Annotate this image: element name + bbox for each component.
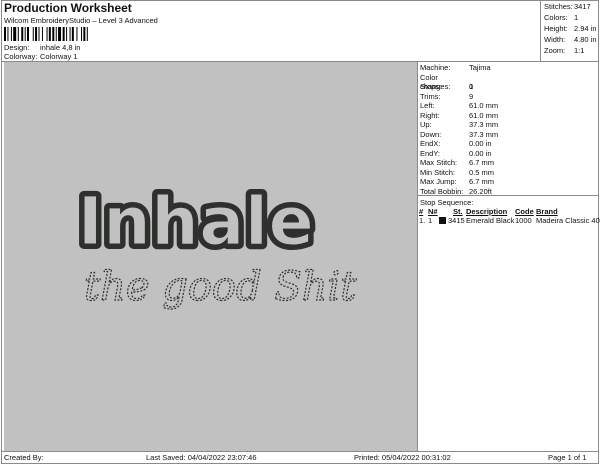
machine-info-value: 0.5 mm: [469, 167, 495, 177]
machine-info-value: 0.00 in: [469, 139, 492, 148]
machine-info-label: Right:: [420, 110, 440, 120]
col-needle: N#: [428, 207, 438, 216]
stat-row: Zoom: 1:1: [544, 46, 584, 55]
created-by: Created By:: [4, 453, 44, 462]
inhale-text: Inhale: [78, 183, 314, 260]
machine-info-row: Max Jump: 6.7 mm: [420, 177, 494, 186]
machine-info-value: 1: [469, 82, 474, 91]
stat-value: 3417: [574, 2, 591, 11]
subline-text: the good Shit: [84, 264, 357, 310]
stat-value: 2.94 in: [574, 24, 597, 33]
stat-value: 4.80 in: [574, 35, 597, 44]
machine-info-label: Stops:: [420, 82, 442, 91]
machine-info-value: 6.7 mm: [469, 177, 495, 186]
machine-info-row: Left: 61.0 mm: [420, 101, 498, 110]
footer-divider: [1, 451, 599, 452]
col-code: Code: [515, 207, 534, 216]
row-code: 1000: [515, 216, 532, 225]
colorway-value: Colorway 1: [40, 52, 78, 61]
colorway-label: Colorway:: [4, 52, 38, 61]
design-row: Design: inhale 4,8 in: [4, 43, 80, 52]
design-label: Design:: [4, 43, 30, 52]
machine-info-row: EndY: 0.00 in: [420, 149, 492, 158]
barcode-icon: [4, 27, 88, 41]
stat-row: Colors: 1: [544, 13, 578, 22]
printed-date: Printed: 05/04/2022 00:31:02: [354, 453, 451, 462]
machine-info-label: EndX:: [420, 139, 441, 148]
design-preview: Inhale Inhale the good Shit: [4, 62, 417, 451]
last-saved: Last Saved: 04/04/2022 23:07:46: [146, 453, 257, 462]
col-brand: Brand: [536, 207, 558, 216]
machine-info-label: Max Jump:: [420, 177, 457, 186]
stat-value: 1: [574, 13, 579, 22]
machine-info-label: Left:: [420, 101, 435, 110]
machine-info-label: Max Stitch:: [420, 158, 458, 167]
machine-info-row: Right: 61.0 mm: [420, 111, 498, 120]
row-num: 1.: [419, 216, 426, 225]
row-needle: 1: [428, 216, 433, 225]
row-description: Emerald Black: [466, 216, 515, 225]
machine-info-row: Max Stitch: 6.7 mm: [420, 158, 494, 167]
design-artwork: Inhale Inhale the good Shit: [73, 178, 358, 311]
stat-value: 1:1: [574, 46, 585, 55]
stat-row: Height: 2.94 in: [544, 24, 597, 33]
machine-info-row: Machine: Tajima: [420, 63, 491, 72]
machine-info-value: 61.0 mm: [469, 110, 499, 120]
machine-info-value: 37.3 mm: [469, 129, 499, 139]
machine-info-row: Up: 37.3 mm: [420, 120, 498, 129]
machine-info-row: EndX: 0.00 in: [420, 139, 492, 148]
stat-label: Stitches:: [544, 2, 573, 11]
worksheet-title: Production Worksheet: [4, 1, 132, 15]
machine-info-value: 0.00 in: [469, 148, 492, 158]
color-swatch: [439, 217, 446, 224]
stat-label: Colors:: [544, 13, 568, 22]
sequence-divider: [417, 195, 599, 196]
machine-info-row: Stops: 1: [420, 82, 473, 91]
row-brand: Madeira Classic 40: [536, 216, 600, 225]
machine-info-value: Tajima: [469, 63, 491, 72]
machine-info-value: 37.3 mm: [469, 120, 499, 129]
page-number: Page 1 of 1: [548, 453, 587, 462]
machine-info-value: 6.7 mm: [469, 158, 495, 167]
col-description: Description: [466, 207, 508, 216]
stat-row: Stitches:3417: [544, 2, 591, 11]
software-name: Wilcom EmbroideryStudio – Level 3 Advanc…: [4, 16, 158, 25]
stat-label: Height:: [544, 24, 568, 33]
machine-info-label: Min Stitch:: [420, 167, 456, 177]
row-stitches: 3415: [448, 216, 465, 225]
machine-info-value: 9: [469, 91, 474, 101]
machine-info-row: Trims: 9: [420, 92, 473, 101]
design-value: inhale 4,8 in: [40, 43, 81, 52]
stat-label: Zoom:: [544, 46, 566, 55]
col-num: #: [419, 207, 424, 216]
info-divider: [417, 62, 418, 451]
col-stitches: St.: [453, 207, 463, 216]
machine-info-label: Machine:: [420, 63, 451, 72]
stop-sequence-title: Stop Sequence:: [420, 198, 474, 207]
machine-info-row: Down: 37.3 mm: [420, 130, 498, 139]
machine-info-label: Trims:: [420, 91, 441, 101]
machine-info-label: Up:: [420, 120, 432, 129]
colorway-row: Colorway: Colorway 1: [4, 52, 78, 61]
stat-row: Width: 4.80 in: [544, 35, 597, 44]
machine-info-value: 61.0 mm: [469, 101, 499, 110]
machine-info-label: EndY:: [420, 148, 441, 158]
machine-info-label: Down:: [420, 129, 442, 139]
machine-info-row: Min Stitch: 0.5 mm: [420, 168, 494, 177]
stat-label: Width:: [544, 35, 566, 44]
